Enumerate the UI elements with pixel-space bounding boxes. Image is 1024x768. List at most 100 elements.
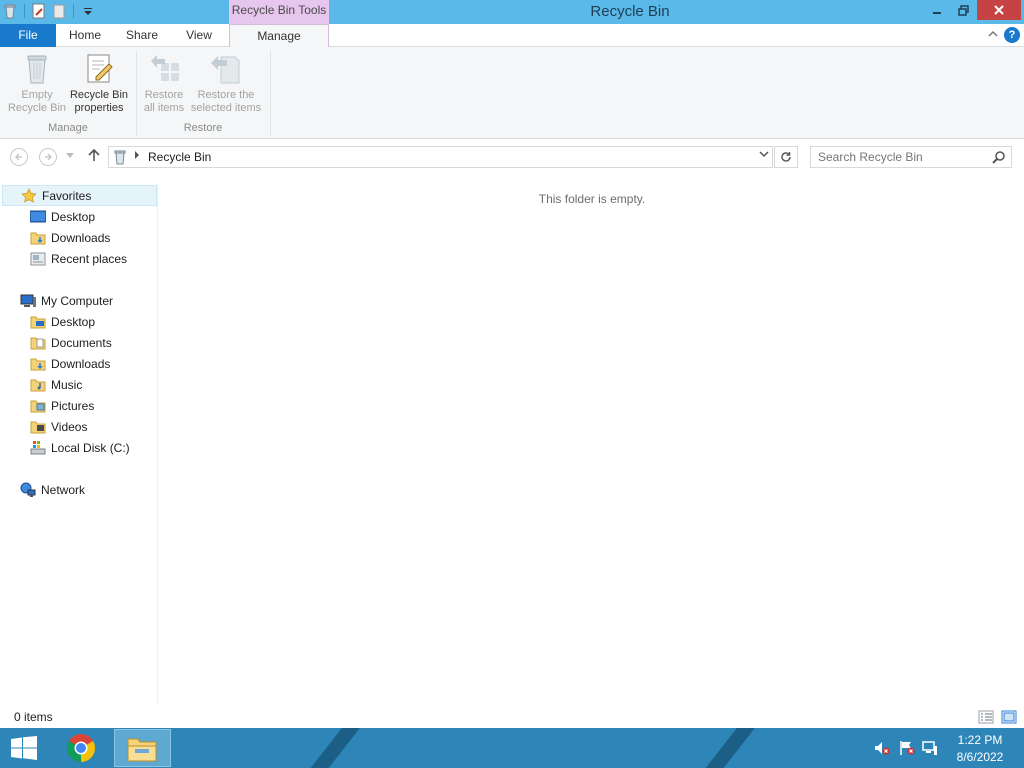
tab-share[interactable]: Share: [113, 24, 171, 47]
address-path[interactable]: Recycle Bin: [148, 150, 211, 164]
empty-recycle-bin-label-line2: Recycle Bin: [7, 102, 67, 114]
recent-locations-dropdown[interactable]: [66, 151, 74, 161]
large-icons-view-icon[interactable]: [1001, 709, 1017, 725]
restore-selected-items-button[interactable]: Restore the selected items: [189, 51, 263, 115]
up-button[interactable]: [88, 148, 100, 165]
desktop-icon: [29, 209, 47, 225]
refresh-button[interactable]: [774, 146, 798, 168]
nav-network[interactable]: Network: [20, 479, 85, 500]
wallpaper-stripe: [298, 728, 360, 768]
tab-file[interactable]: File: [0, 24, 56, 47]
details-view-icon[interactable]: [978, 709, 994, 725]
new-folder-icon[interactable]: [51, 3, 67, 19]
chevron-up-icon[interactable]: [988, 29, 998, 41]
recycle-bin-icon: [20, 51, 54, 85]
pane-divider[interactable]: [157, 184, 158, 704]
nav-computer-pictures-label: Pictures: [51, 398, 95, 413]
recycle-bin-properties-button[interactable]: Recycle Bin properties: [68, 51, 130, 115]
help-icon[interactable]: ?: [1004, 27, 1020, 43]
restore-all-label-line2: all items: [143, 102, 185, 114]
window-title: Recycle Bin: [590, 3, 670, 20]
pictures-folder-icon: [30, 398, 46, 414]
nav-computer-music[interactable]: Music: [30, 374, 82, 395]
recent-places-icon: [30, 251, 46, 267]
tab-home[interactable]: Home: [57, 24, 113, 47]
restore-all-icon: [147, 51, 181, 85]
downloads-folder-icon: [30, 230, 46, 246]
navigation-bar: Recycle Bin: [0, 140, 1024, 174]
chevron-down-icon[interactable]: [759, 150, 769, 161]
tab-view[interactable]: View: [171, 24, 227, 47]
back-button[interactable]: [10, 148, 28, 166]
clock-time: 1:22 PM: [957, 733, 1003, 747]
file-explorer-taskbar-button[interactable]: [114, 729, 171, 767]
videos-folder-icon: [30, 419, 46, 435]
clock-date: 8/6/2022: [956, 750, 1004, 764]
search-field[interactable]: [810, 146, 1012, 168]
restore-all-label-line1: Restore: [144, 89, 184, 101]
navigation-pane: Favorites Desktop Downloads Recent place…: [0, 184, 157, 704]
ribbon-panel: Empty Recycle Bin Recycle Bin properties…: [0, 47, 1024, 139]
restore-selected-label-line1: Restore the: [197, 89, 255, 101]
desktop-folder-icon: [30, 314, 46, 330]
customize-qat-icon[interactable]: [80, 3, 96, 19]
action-center-flag-icon[interactable]: [899, 740, 915, 756]
nav-my-computer[interactable]: My Computer: [20, 290, 113, 311]
search-icon[interactable]: [992, 150, 1006, 164]
nav-computer-videos[interactable]: Videos: [30, 416, 87, 437]
title-bar: Recycle Bin Tools Recycle Bin: [0, 0, 1024, 24]
forward-button[interactable]: [39, 148, 57, 166]
nav-favorites-desktop[interactable]: Desktop: [29, 206, 95, 227]
nav-favorites[interactable]: Favorites: [2, 185, 157, 206]
volume-muted-icon[interactable]: [874, 740, 890, 756]
ribbon-controls: ?: [988, 27, 1020, 43]
nav-computer-desktop-label: Desktop: [51, 314, 96, 329]
restore-selected-label-line2: selected items: [190, 102, 262, 114]
nav-favorites-downloads-label: Downloads: [51, 230, 111, 245]
nav-computer-downloads[interactable]: Downloads: [30, 353, 110, 374]
empty-recycle-bin-button[interactable]: Empty Recycle Bin: [4, 51, 70, 115]
wallpaper-stripe: [693, 728, 755, 768]
ribbon-tab-strip: File Home Share View Manage ?: [0, 24, 1024, 48]
system-clock[interactable]: 1:22 PM 8/6/2022: [950, 732, 1010, 766]
search-input[interactable]: [811, 147, 986, 167]
nav-computer-videos-label: Videos: [51, 419, 88, 434]
recycle-bin-icon: [112, 149, 128, 165]
computer-icon: [20, 293, 36, 309]
properties-icon: [82, 51, 116, 85]
empty-folder-message: This folder is empty.: [538, 192, 646, 206]
nav-computer-downloads-label: Downloads: [51, 356, 111, 371]
close-button[interactable]: [977, 0, 1021, 20]
chevron-right-icon[interactable]: [134, 151, 140, 161]
downloads-folder-icon: [30, 356, 46, 372]
start-button[interactable]: [10, 736, 38, 760]
qat-separator: [24, 4, 25, 18]
nav-favorites-recent-places[interactable]: Recent places: [30, 248, 127, 269]
contextual-tab-group-label: Recycle Bin Tools: [229, 0, 329, 24]
address-bar[interactable]: Recycle Bin: [108, 146, 773, 168]
nav-computer-documents[interactable]: Documents: [30, 332, 112, 353]
nav-computer-documents-label: Documents: [51, 335, 112, 350]
network-status-icon[interactable]: [922, 740, 938, 756]
nav-computer-local-disk[interactable]: Local Disk (C:): [30, 437, 130, 458]
tab-manage[interactable]: Manage: [229, 24, 329, 48]
properties-icon[interactable]: [31, 3, 47, 19]
nav-computer-pictures[interactable]: Pictures: [30, 395, 94, 416]
file-explorer-icon: [127, 735, 157, 762]
empty-recycle-bin-label-line1: Empty: [21, 89, 53, 101]
nav-computer-desktop[interactable]: Desktop: [30, 311, 95, 332]
nav-computer-music-label: Music: [51, 377, 83, 392]
status-bar: 0 items: [0, 706, 1024, 728]
properties-label-line1: Recycle Bin: [69, 89, 129, 101]
network-icon: [20, 482, 36, 498]
nav-network-label: Network: [41, 482, 86, 497]
restore-all-items-button[interactable]: Restore all items: [139, 51, 189, 115]
nav-my-computer-label: My Computer: [41, 293, 114, 308]
restore-down-button[interactable]: [951, 0, 975, 20]
properties-label-line2: properties: [74, 102, 124, 114]
drive-icon: [30, 440, 46, 456]
recycle-bin-icon[interactable]: [2, 3, 18, 19]
nav-favorites-downloads[interactable]: Downloads: [30, 227, 110, 248]
chrome-icon[interactable]: [66, 733, 96, 763]
minimize-button[interactable]: [925, 0, 949, 20]
